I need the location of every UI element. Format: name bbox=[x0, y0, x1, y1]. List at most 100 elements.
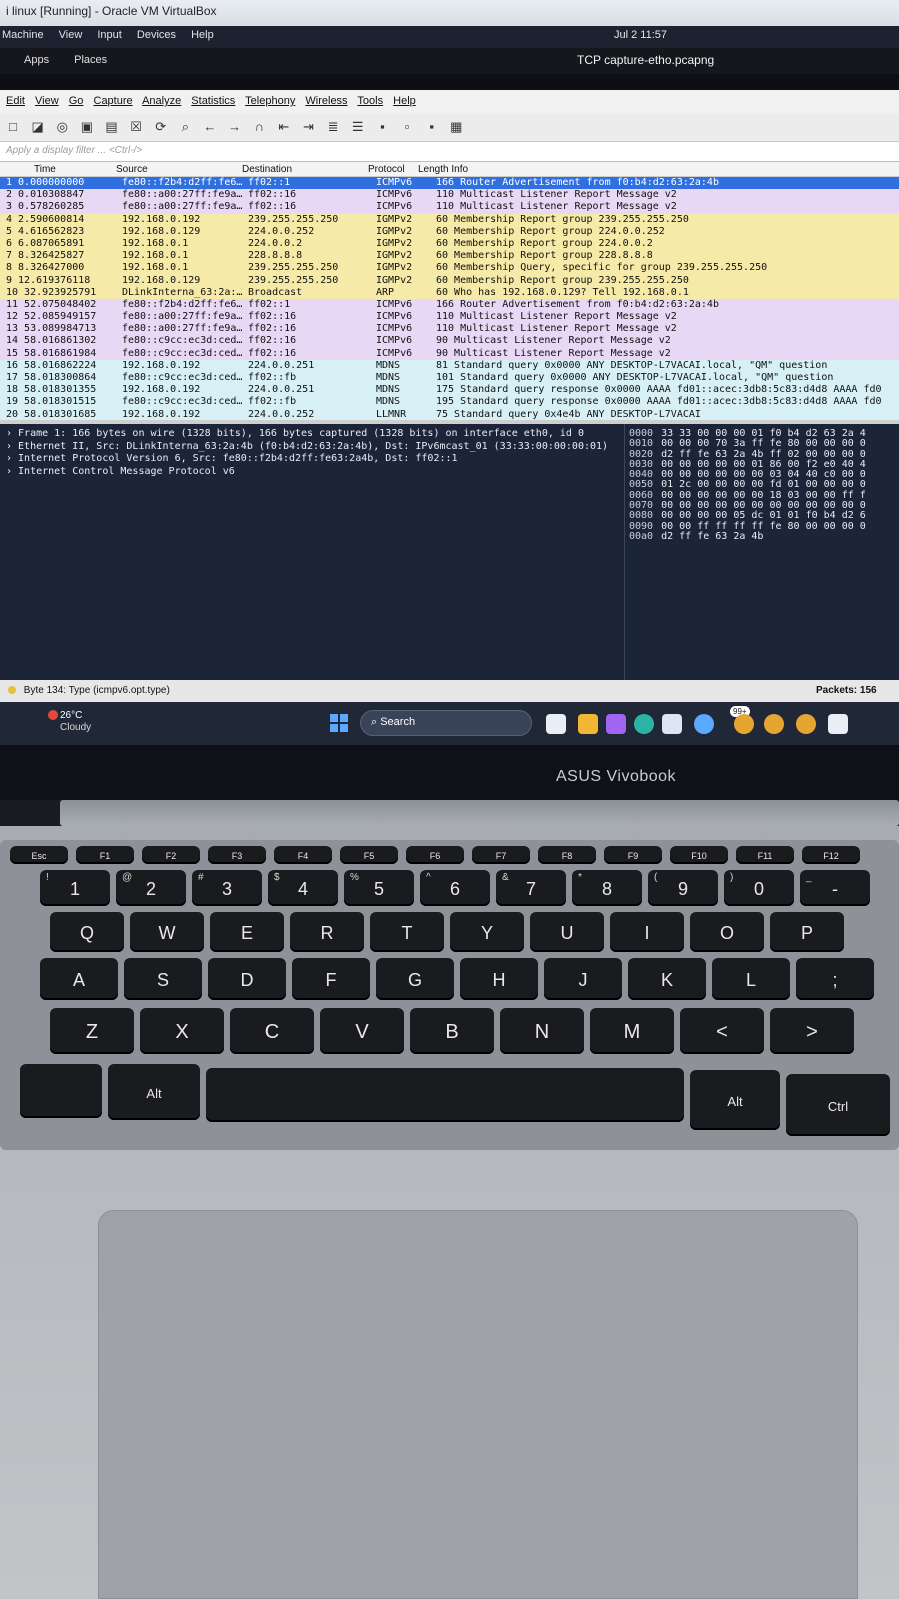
packet-row[interactable]: 9 12.619376118 192.168.0.129 239.255.255.2… bbox=[0, 274, 899, 287]
packet-row[interactable]: 20 58.018301685 192.168.0.192 224.0.0.252 L… bbox=[0, 408, 899, 420]
menu-view[interactable]: View bbox=[35, 95, 59, 107]
menu-analyze[interactable]: Analyze bbox=[142, 95, 181, 107]
column-length-info[interactable]: Length Info bbox=[418, 164, 468, 175]
expert-info-icon[interactable] bbox=[8, 686, 16, 695]
packet-row[interactable]: 7 8.326425827 192.168.0.1 228.8.8.8 IGMPv2 6… bbox=[0, 250, 899, 263]
packet-row[interactable]: 4 2.590600814 192.168.0.192 239.255.255.25… bbox=[0, 213, 899, 226]
letter-key[interactable]: X bbox=[140, 1008, 224, 1054]
letter-key[interactable]: L bbox=[712, 958, 790, 1000]
letter-key[interactable]: S bbox=[124, 958, 202, 1000]
menu-devices[interactable]: Devices bbox=[137, 29, 176, 41]
function-key[interactable]: F7 bbox=[472, 846, 530, 864]
function-key[interactable]: F10 bbox=[670, 846, 728, 864]
letter-key[interactable]: Z bbox=[50, 1008, 134, 1054]
reload-icon[interactable]: ⟳ bbox=[152, 119, 170, 135]
number-key[interactable]: * 8 bbox=[572, 870, 642, 906]
function-key[interactable]: F2 bbox=[142, 846, 200, 864]
function-key[interactable]: F4 bbox=[274, 846, 332, 864]
function-key[interactable]: F3 bbox=[208, 846, 266, 864]
menu-help[interactable]: Help bbox=[393, 95, 416, 107]
letter-key[interactable]: K bbox=[628, 958, 706, 1000]
hex-line[interactable]: 00a0 d2 ff fe 63 2a 4b bbox=[629, 531, 895, 542]
letter-key[interactable]: E bbox=[210, 912, 284, 952]
number-key[interactable]: @2 bbox=[116, 870, 186, 906]
back-icon[interactable]: ← bbox=[201, 119, 219, 134]
options-icon[interactable]: ◎ bbox=[53, 119, 71, 135]
letter-key[interactable]: < bbox=[680, 1008, 764, 1054]
detail-ethernet[interactable]: › Ethernet II, Src: DLinkInterna_63:2a:4… bbox=[6, 441, 618, 454]
autoscroll-icon[interactable]: ≣ bbox=[324, 119, 342, 135]
packet-row[interactable]: 15 58.016861984 fe80::c9cc:ec3d:ced… ff02:… bbox=[0, 347, 899, 360]
hex-line[interactable]: 0010 00 00 00 70 3a ff fe 80 00 00 00 0 bbox=[629, 438, 895, 449]
function-key[interactable]: Esc bbox=[10, 846, 68, 864]
number-key[interactable]: ^ 6 bbox=[420, 870, 490, 906]
function-key[interactable]: F8 bbox=[538, 846, 596, 864]
forward-icon[interactable]: → bbox=[226, 119, 244, 134]
letter-key[interactable]: F bbox=[292, 958, 370, 1000]
file-explorer-icon[interactable] bbox=[578, 714, 598, 734]
letter-key[interactable]: M bbox=[590, 1008, 674, 1054]
start-capture-icon[interactable]: □ bbox=[4, 119, 22, 134]
last-packet-icon[interactable]: ⇥ bbox=[300, 119, 318, 135]
letter-key[interactable]: R bbox=[290, 912, 364, 952]
letter-key[interactable]: D bbox=[208, 958, 286, 1000]
hex-line[interactable]: 0050 01 2c 00 00 00 00 fd 01 00 00 00 0 bbox=[629, 479, 895, 490]
packet-row[interactable]: 16 58.016862224 192.168.0.192 224.0.0.251 M… bbox=[0, 359, 899, 372]
number-key[interactable]: #3 bbox=[192, 870, 262, 906]
display-filter-input[interactable]: Apply a display filter ... <Ctrl-/> bbox=[0, 142, 899, 162]
hex-line[interactable]: 0030 00 00 00 00 00 01 86 00 f2 e0 40 4 bbox=[629, 459, 895, 470]
menu-view[interactable]: View bbox=[59, 29, 83, 41]
column-destination[interactable]: Destination bbox=[242, 164, 292, 175]
letter-key[interactable]: > bbox=[770, 1008, 854, 1054]
ctrl-right-key[interactable]: Ctrl bbox=[786, 1074, 890, 1136]
menu-edit[interactable]: Edit bbox=[6, 95, 25, 107]
zoom-in-icon[interactable]: ▪ bbox=[373, 119, 391, 134]
detail-icmpv6[interactable]: › Internet Control Message Protocol v6 bbox=[6, 466, 618, 479]
packet-row[interactable]: 14 58.016861302 fe80::c9cc:ec3d:ced… ff02:… bbox=[0, 335, 899, 348]
packet-row[interactable]: 5 4.616562823 192.168.0.129 224.0.0.252 IGM… bbox=[0, 225, 899, 238]
packet-row[interactable]: 17 58.018300864 fe80::c9cc:ec3d:ced… ff02:… bbox=[0, 372, 899, 385]
menu-machine[interactable]: Machine bbox=[2, 29, 44, 41]
open-file-icon[interactable]: ▣ bbox=[78, 119, 96, 135]
weather-condition[interactable]: Cloudy bbox=[60, 722, 91, 733]
first-packet-icon[interactable]: ⇤ bbox=[275, 119, 293, 135]
packet-row[interactable]: 6 6.087065891 192.168.0.1 224.0.0.2 IGMPv2 6… bbox=[0, 237, 899, 251]
function-key[interactable]: F12 bbox=[802, 846, 860, 864]
letter-key[interactable]: W bbox=[130, 912, 204, 952]
spacebar[interactable] bbox=[206, 1068, 684, 1122]
packet-row[interactable]: 13 53.089984713 fe80::a00:27ff:fe9a… ff02:… bbox=[0, 323, 899, 336]
detail-ipv6[interactable]: › Internet Protocol Version 6, Src: fe80… bbox=[6, 453, 618, 466]
letter-key[interactable]: ; bbox=[796, 958, 874, 1000]
packet-row[interactable]: 8 8.326427000 192.168.0.1 239.255.255.250 I… bbox=[0, 262, 899, 275]
letter-key[interactable]: T bbox=[370, 912, 444, 952]
goto-packet-icon[interactable]: ∩ bbox=[250, 119, 268, 134]
menu-capture[interactable]: Capture bbox=[94, 95, 133, 107]
taskbar-search[interactable]: ⌕ Search bbox=[360, 710, 532, 736]
chrome-profile-icon[interactable] bbox=[764, 714, 784, 734]
stop-capture-icon[interactable]: ◪ bbox=[29, 119, 47, 135]
function-key[interactable]: F5 bbox=[340, 846, 398, 864]
menu-wireless[interactable]: Wireless bbox=[305, 95, 347, 107]
menu-go[interactable]: Go bbox=[69, 95, 84, 107]
packet-bytes-pane[interactable]: 0000 33 33 00 00 00 01 f0 b4 d2 63 2a 4 00… bbox=[624, 424, 899, 680]
hex-line[interactable]: 0080 00 00 00 00 05 dc 01 01 f0 b4 d2 6 bbox=[629, 510, 895, 521]
number-key[interactable]: (9 bbox=[648, 870, 718, 906]
messaging-icon[interactable] bbox=[694, 714, 714, 734]
close-file-icon[interactable]: ☒ bbox=[127, 119, 145, 135]
packet-row[interactable]: 12 52.085949157 fe80::a00:27ff:fe9a… ff02:… bbox=[0, 311, 899, 324]
packet-row[interactable]: 3 0.578260285 fe80::a00:27ff:fe9a… ff02::1… bbox=[0, 201, 899, 214]
menu-help[interactable]: Help bbox=[191, 29, 214, 41]
packet-row[interactable]: 10 32.923925791 DLinkInterna_63:2a:… Broad… bbox=[0, 286, 899, 299]
letter-key[interactable]: V bbox=[320, 1008, 404, 1054]
alt-left-key[interactable]: Alt bbox=[108, 1064, 200, 1120]
chrome-icon[interactable] bbox=[734, 714, 754, 734]
resize-columns-icon[interactable]: ▦ bbox=[447, 119, 465, 135]
letter-key[interactable]: N bbox=[500, 1008, 584, 1054]
number-key[interactable]: ! 1 bbox=[40, 870, 110, 906]
number-key[interactable]: _ - bbox=[800, 870, 870, 906]
function-key[interactable]: F6 bbox=[406, 846, 464, 864]
letter-key[interactable]: P bbox=[770, 912, 844, 952]
letter-key[interactable]: U bbox=[530, 912, 604, 952]
normal-size-icon[interactable]: ▪ bbox=[423, 119, 441, 134]
packet-row[interactable]: 11 52.075048402 fe80::f2b4:d2ff:fe6… ff02:… bbox=[0, 298, 899, 312]
